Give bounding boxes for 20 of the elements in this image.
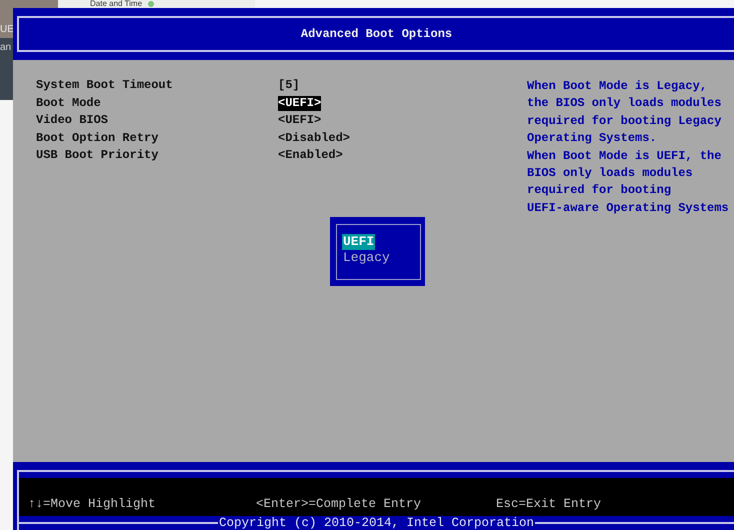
page-title: Date and Time (90, 0, 142, 8)
status-dot-icon (148, 1, 154, 7)
setting-value[interactable]: <UEFI> (278, 96, 322, 111)
setting-value[interactable]: <Enabled> (278, 148, 343, 164)
sidebar-item[interactable]: an (0, 42, 12, 53)
setting-label[interactable]: USB Boot Priority (36, 148, 158, 164)
setting-label[interactable]: Boot Option Retry (36, 130, 158, 146)
setting-value[interactable]: <UEFI> (278, 113, 322, 128)
key-hint: Esc=Exit Entry (496, 496, 602, 514)
copyright-text: Copyright (c) 2010-2014, Intel Corporation (218, 516, 536, 528)
setting-value[interactable]: <Disabled> (278, 130, 350, 146)
setting-label[interactable]: System Boot Timeout (36, 78, 173, 94)
key-hint: ↑↓=Move Highlight (28, 496, 157, 514)
setting-label[interactable]: Video BIOS (36, 113, 108, 128)
help-text: When Boot Mode is Legacy, the BIOS only loads modules required for booting Legacy Operating Systems. When Boot Mode is UEFI, the BIOS only loads modules required for booting UEFI-aware Operating Systems (527, 78, 729, 217)
key-hint: <Enter>=Complete Entry (256, 496, 422, 514)
setting-value[interactable]: [5] (278, 78, 300, 94)
screen-title: Advanced Boot Options (300, 26, 452, 43)
setting-label[interactable]: Boot Mode (36, 96, 101, 111)
popup-option[interactable]: Legacy (342, 250, 391, 266)
